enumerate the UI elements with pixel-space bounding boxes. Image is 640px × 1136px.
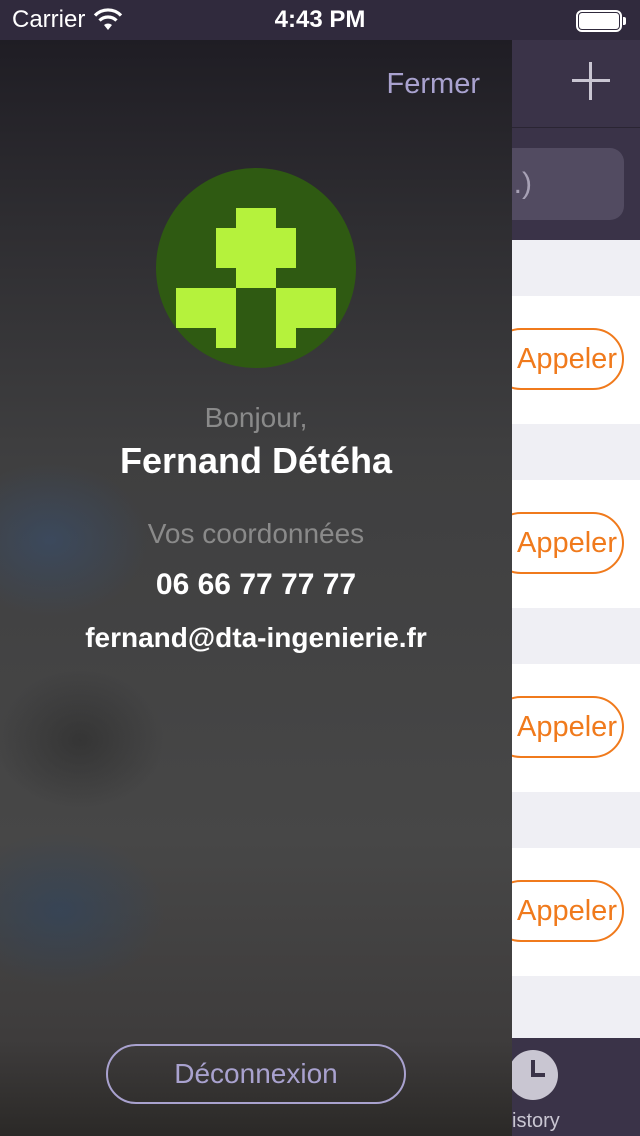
status-bar: Carrier 4:43 PM: [0, 0, 640, 40]
avatar: [156, 168, 356, 368]
history-icon[interactable]: [508, 1050, 558, 1100]
contact-details-label: Vos coordonnées: [147, 518, 365, 549]
phone-number: 06 66 77 77 77: [155, 568, 357, 601]
add-icon[interactable]: [572, 62, 610, 100]
search-placeholder: .): [513, 167, 532, 200]
tab-history-label[interactable]: istory: [512, 1110, 560, 1133]
email-address: fernand@dta-ingenierie.fr: [85, 622, 427, 653]
greeting-text: Bonjour,: [204, 402, 308, 433]
side-drawer: Fermer Bonjour, Fernand Détéha Vos coord…: [0, 40, 512, 1136]
close-button[interactable]: Fermer: [387, 68, 480, 101]
status-time: 4:43 PM: [274, 6, 366, 33]
avatar-identicon: [176, 208, 336, 348]
logout-button[interactable]: Déconnexion: [106, 1044, 406, 1104]
battery-icon: [576, 10, 626, 32]
user-name: Fernand Détéha: [119, 440, 393, 481]
